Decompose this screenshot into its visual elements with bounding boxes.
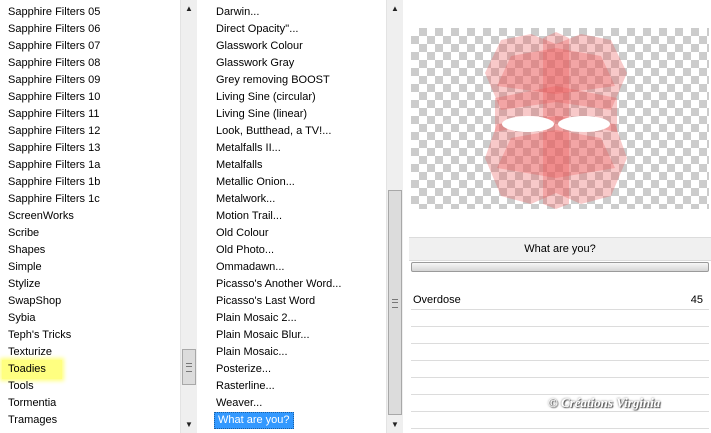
watermark: © Créations Virginia: [548, 395, 661, 410]
list-item[interactable]: Picasso's Another Word...: [216, 276, 341, 293]
list-item[interactable]: Metalwork...: [216, 191, 275, 208]
list-item[interactable]: Sapphire Filters 1c: [8, 191, 100, 208]
parameter-label: Overdose: [413, 294, 461, 306]
list-item[interactable]: Plain Mosaic...: [216, 344, 288, 361]
parameter-row-empty: [411, 412, 709, 429]
parameter-row-empty: [411, 327, 709, 344]
scroll-down-arrow-icon[interactable]: ▼: [387, 416, 403, 433]
filter-list-panel: Darwin... Direct Opacity''... Glasswork Co…: [208, 0, 403, 433]
list-item[interactable]: Tormentia: [8, 395, 56, 412]
parameter-value[interactable]: 45: [691, 294, 703, 306]
scroll-down-arrow-icon[interactable]: ▼: [181, 416, 197, 433]
filter-scrollbar[interactable]: ▲ ▼: [386, 0, 403, 433]
preview-image: [411, 28, 709, 209]
list-item[interactable]: Living Sine (linear): [216, 106, 307, 123]
filter-scroll-thumb[interactable]: [388, 190, 402, 415]
category-list[interactable]: Sapphire Filters 05 Sapphire Filters 06 Sa…: [0, 0, 180, 433]
scroll-up-arrow-icon[interactable]: ▲: [387, 0, 403, 17]
list-item[interactable]: Weaver...: [216, 395, 262, 412]
list-item[interactable]: Metalfalls II...: [216, 140, 281, 157]
list-item[interactable]: Glasswork Colour: [216, 38, 303, 55]
list-item[interactable]: Sapphire Filters 09: [8, 72, 100, 89]
list-item[interactable]: Posterize...: [216, 361, 271, 378]
list-item[interactable]: Motion Trail...: [216, 208, 282, 225]
list-item[interactable]: Plain Mosaic Blur...: [216, 327, 310, 344]
list-item[interactable]: Metallic Onion...: [216, 174, 295, 191]
parameter-row-empty: [411, 361, 709, 378]
list-item[interactable]: Grey removing BOOST: [216, 72, 330, 89]
list-item[interactable]: Sapphire Filters 1b: [8, 174, 100, 191]
parameter-row-empty: [411, 310, 709, 327]
list-item[interactable]: Sapphire Filters 1a: [8, 157, 100, 174]
category-list-panel: Sapphire Filters 05 Sapphire Filters 06 Sa…: [0, 0, 197, 433]
list-item[interactable]: Texturize: [8, 344, 52, 361]
category-scrollbar[interactable]: ▲ ▼: [180, 0, 197, 433]
list-item[interactable]: Look, Butthead, a TV!...: [216, 123, 331, 140]
list-item[interactable]: Plain Mosaic 2...: [216, 310, 297, 327]
list-item[interactable]: Teph's Tricks: [8, 327, 71, 344]
parameter-row-empty: [411, 378, 709, 395]
list-item[interactable]: ScreenWorks: [8, 208, 74, 225]
list-item[interactable]: Direct Opacity''...: [216, 21, 298, 38]
list-item[interactable]: Old Photo...: [216, 242, 274, 259]
list-item[interactable]: Picasso's Last Word: [216, 293, 315, 310]
list-item[interactable]: Rasterline...: [216, 378, 275, 395]
list-item[interactable]: Sybia: [8, 310, 36, 327]
list-item[interactable]: Shapes: [8, 242, 45, 259]
filter-name-label: What are you?: [409, 237, 711, 261]
parameter-row-empty: [411, 344, 709, 361]
list-item[interactable]: Metalfalls: [216, 157, 262, 174]
list-item[interactable]: Sapphire Filters 10: [8, 89, 100, 106]
list-item[interactable]: Sapphire Filters 06: [8, 21, 100, 38]
list-item-selected[interactable]: Toadies: [2, 360, 62, 379]
list-item[interactable]: Simple: [8, 259, 42, 276]
progress-bar: [411, 262, 709, 272]
list-item[interactable]: Sapphire Filters 11: [8, 106, 100, 123]
list-item[interactable]: Old Colour: [216, 225, 269, 242]
preview-panel: What are you? Overdose 45: [409, 0, 711, 433]
list-item[interactable]: Sapphire Filters 13: [8, 140, 100, 157]
list-item-selected[interactable]: What are you?: [214, 412, 294, 429]
list-item[interactable]: Scribe: [8, 225, 39, 242]
list-item[interactable]: Tramages: [8, 412, 57, 429]
preview-pattern-icon: [485, 32, 627, 209]
list-item[interactable]: Sapphire Filters 12: [8, 123, 100, 140]
list-item[interactable]: Darwin...: [216, 4, 259, 21]
list-item[interactable]: Sapphire Filters 07: [8, 38, 100, 55]
list-item[interactable]: Ommadawn...: [216, 259, 284, 276]
scroll-up-arrow-icon[interactable]: ▲: [181, 0, 197, 17]
list-item[interactable]: Living Sine (circular): [216, 89, 316, 106]
list-item[interactable]: Sapphire Filters 05: [8, 4, 100, 21]
parameter-row[interactable]: Overdose 45: [411, 293, 709, 310]
list-item[interactable]: SwapShop: [8, 293, 61, 310]
list-item[interactable]: Glasswork Gray: [216, 55, 294, 72]
filter-list[interactable]: Darwin... Direct Opacity''... Glasswork Co…: [208, 0, 386, 433]
list-item[interactable]: Tools: [8, 378, 34, 395]
list-item[interactable]: Stylize: [8, 276, 40, 293]
list-item[interactable]: Sapphire Filters 08: [8, 55, 100, 72]
category-scroll-thumb[interactable]: [182, 349, 196, 385]
